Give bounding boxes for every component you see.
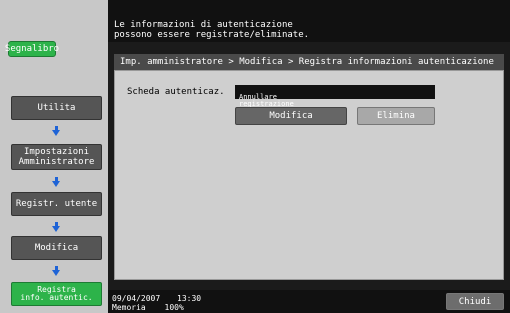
content-panel: Scheda autenticaz. Annullare registrazio… (114, 70, 504, 280)
down-arrow-icon (52, 270, 60, 276)
sidebar-item-label: Modifica (34, 243, 79, 253)
header-message-text: Le informazioni di autenticazione posson… (114, 20, 310, 40)
delete-button[interactable]: Elimina (357, 107, 435, 125)
bookmark-button[interactable]: Segnalibro (4, 41, 60, 57)
down-arrow-icon (52, 181, 60, 187)
memory-label: Memoria (112, 303, 146, 312)
close-button-label: Chiudi (458, 296, 492, 307)
breadcrumb: Imp. amministratore > Modifica > Registr… (114, 54, 504, 70)
bookmark-label: Segnalibro (4, 44, 60, 54)
status-memory: Memoria 100% (112, 303, 184, 312)
sidebar-item-utilita[interactable]: Utilita (11, 96, 102, 120)
sidebar-item-label: Registr. utente (15, 199, 98, 209)
sidebar-item-registra-info-autentic[interactable]: Registra info. autentic. (11, 282, 102, 306)
status-date: 09/04/2007 13:30 (112, 294, 201, 303)
down-arrow-icon (52, 226, 60, 232)
header-message: Le informazioni di autenticazione posson… (108, 0, 510, 42)
down-arrow-icon (52, 130, 60, 136)
breadcrumb-text: Imp. amministratore > Modifica > Registr… (120, 57, 494, 67)
sidebar-item-modifica[interactable]: Modifica (11, 236, 102, 260)
time-text: 13:30 (177, 294, 202, 303)
auth-card-label-text: Scheda autenticaz. (127, 87, 225, 97)
sidebar-item-label: Impostazioni Amministratore (18, 147, 95, 167)
status-bar: 09/04/2007 13:30 Memoria 100% Chiudi (108, 290, 510, 313)
delete-button-label: Elimina (377, 111, 415, 121)
sidebar-item-impostazioni-amministratore[interactable]: Impostazioni Amministratore (11, 144, 102, 170)
auth-card-value-text: Annullare registrazione (239, 93, 294, 108)
memory-value: 100% (164, 303, 184, 312)
modify-button-label: Modifica (269, 111, 313, 121)
modify-button[interactable]: Modifica (235, 107, 347, 125)
sidebar-item-registr-utente[interactable]: Registr. utente (11, 192, 102, 216)
sidebar-item-label: Utilita (37, 103, 76, 113)
sidebar-item-label: Registra info. autentic. (20, 285, 93, 302)
date-text: 09/04/2007 (112, 294, 161, 303)
auth-card-value: Annullare registrazione (235, 85, 435, 108)
close-button[interactable]: Chiudi (446, 293, 504, 310)
left-sidebar: Segnalibro Utilita Impostazioni Amminist… (0, 0, 108, 313)
auth-card-label: Scheda autenticaz. (127, 87, 225, 97)
